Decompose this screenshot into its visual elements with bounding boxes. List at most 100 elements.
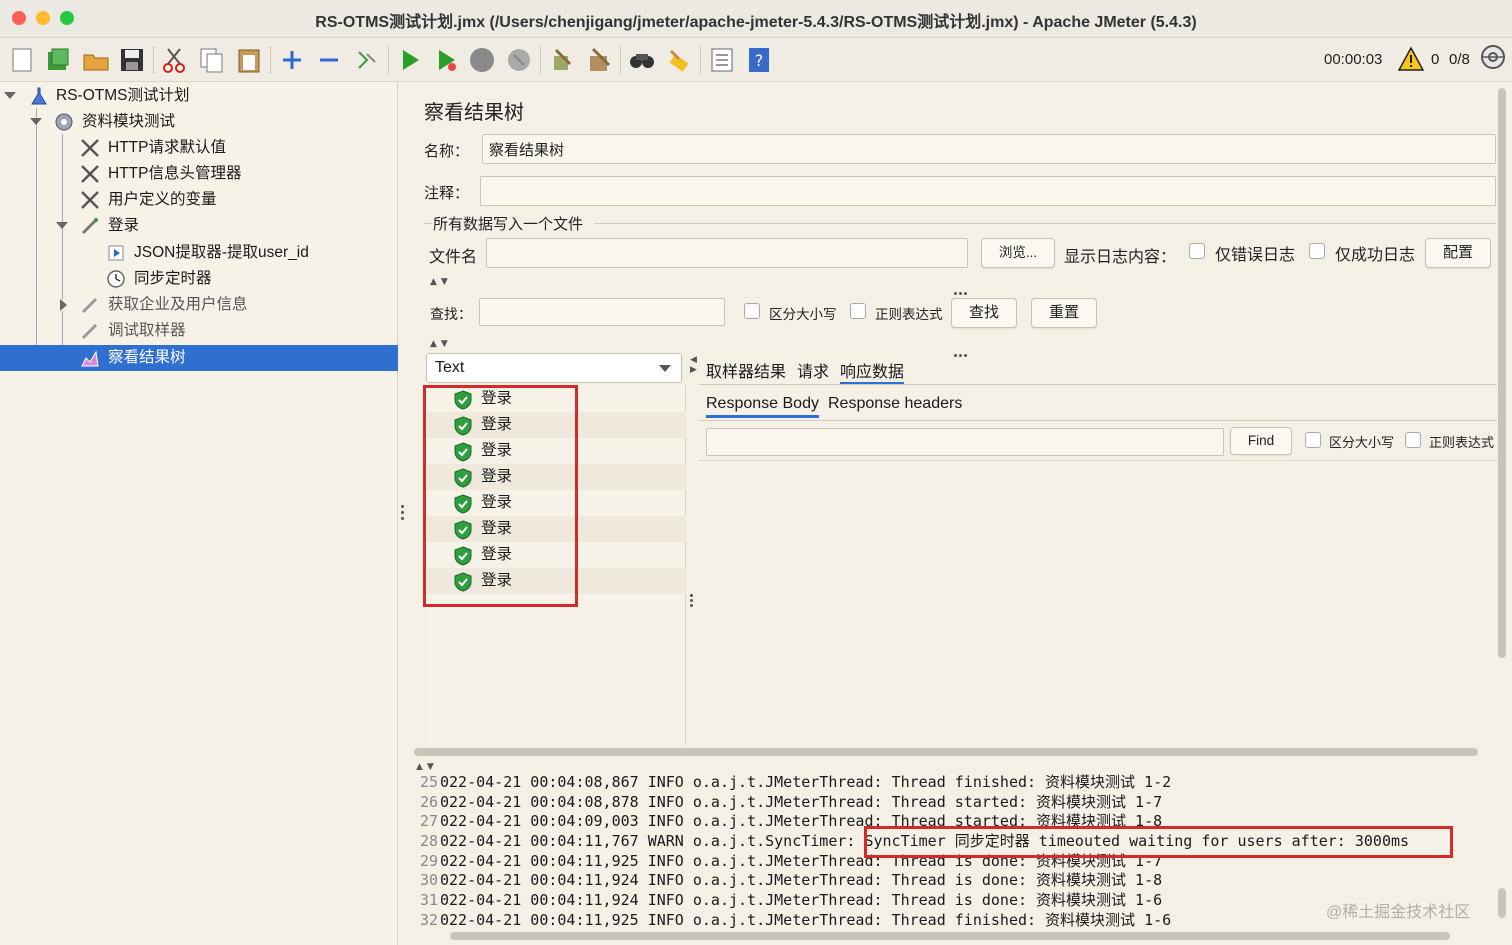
warning-highlight-box xyxy=(864,826,1453,858)
search-field[interactable] xyxy=(479,298,725,326)
expand-icon[interactable] xyxy=(278,46,306,74)
name-field[interactable]: 察看结果树 xyxy=(482,134,1496,164)
success-only-checkbox[interactable] xyxy=(1309,243,1325,259)
comment-label: 注释： xyxy=(424,185,470,202)
stop-icon[interactable] xyxy=(468,46,496,74)
toolbar: ? 00:00:03 0 0/8 xyxy=(0,38,1512,82)
name-label: 名称： xyxy=(424,143,470,160)
tree-item-get-company-info[interactable]: 获取企业及用户信息 xyxy=(0,292,398,318)
case-sensitive-checkbox[interactable] xyxy=(744,303,760,319)
tree-item-user-variables[interactable]: 用户定义的变量 xyxy=(0,187,398,213)
cut-icon[interactable] xyxy=(160,46,188,74)
elapsed-time: 00:00:03 xyxy=(1324,51,1383,68)
tree-item-view-results-tree[interactable]: 察看结果树 xyxy=(0,345,398,371)
configure-button[interactable]: 配置 xyxy=(1425,238,1491,268)
timer-icon xyxy=(107,270,125,288)
sampler-pen-icon xyxy=(81,297,98,314)
success-only-label: 仅成功日志 xyxy=(1335,247,1416,264)
warning-icon[interactable] xyxy=(1397,46,1425,72)
test-plan-tree: RS-OTMS测试计划 资料模块测试 HTTP请求默认值 HTTP信息头管理器 … xyxy=(0,82,398,945)
filename-label: 文件名 xyxy=(429,249,478,266)
errors-only-label: 仅错误日志 xyxy=(1215,247,1296,264)
tree-item-json-extractor[interactable]: JSON提取器-提取user_id xyxy=(0,240,398,266)
find-button[interactable]: Find xyxy=(1230,427,1292,455)
function-helper-icon[interactable] xyxy=(708,46,736,74)
results-splitter-handle[interactable] xyxy=(690,594,694,610)
tree-item-debug-sampler[interactable]: 调试取样器 xyxy=(0,318,398,344)
response-regex-label: 正则表达式 xyxy=(1429,435,1495,450)
copy-icon[interactable] xyxy=(198,46,226,74)
sampler-pen-icon xyxy=(81,323,98,340)
response-case-label: 区分大小写 xyxy=(1329,435,1395,450)
listener-chart-icon xyxy=(81,350,99,367)
response-find-field[interactable] xyxy=(706,428,1224,456)
tab-response-data[interactable]: 响应数据 xyxy=(840,358,905,384)
subtab-response-body[interactable]: Response Body xyxy=(706,395,819,418)
tree-item-sync-timer[interactable]: 同步定时器 xyxy=(0,266,398,292)
tree-item-thread-group[interactable]: 资料模块测试 xyxy=(0,109,398,135)
config-wrench-icon xyxy=(81,165,99,183)
shutdown-icon[interactable] xyxy=(505,46,533,74)
response-regex-checkbox[interactable] xyxy=(1405,432,1421,448)
templates-icon[interactable] xyxy=(44,46,72,74)
remote-globe-icon[interactable] xyxy=(1480,44,1506,70)
panel-vertical-scrollbar[interactable] xyxy=(1498,88,1506,658)
warning-count: 0 xyxy=(1431,51,1440,68)
collapse-icon[interactable] xyxy=(315,46,343,74)
splitter-handle-2[interactable] xyxy=(954,342,970,357)
log-line: 25 022-04-21 00:04:08,867 INFO o.a.j.t.JM… xyxy=(419,773,1172,791)
start-icon[interactable] xyxy=(396,46,424,74)
case-sensitive-label: 区分大小写 xyxy=(769,307,837,322)
search-button[interactable]: 查找 xyxy=(951,298,1017,328)
subtab-response-headers[interactable]: Response headers xyxy=(828,395,962,413)
comment-field[interactable] xyxy=(480,176,1496,206)
reset-search-icon[interactable] xyxy=(665,46,693,74)
collapse-arrows-1[interactable]: ▲▼ xyxy=(430,277,452,287)
regex-checkbox[interactable] xyxy=(850,303,866,319)
reset-button[interactable]: 重置 xyxy=(1031,298,1097,328)
tree-item-test-plan[interactable]: RS-OTMS测试计划 xyxy=(0,83,398,109)
response-case-checkbox[interactable] xyxy=(1305,432,1321,448)
detail-collapse-arrows[interactable]: ◀ ▶ xyxy=(690,355,697,375)
config-wrench-icon xyxy=(81,139,99,157)
thread-group-icon xyxy=(55,113,73,131)
tree-item-login-sampler[interactable]: 登录 xyxy=(0,213,398,239)
open-icon[interactable] xyxy=(82,46,110,74)
log-horizontal-scrollbar[interactable] xyxy=(450,932,1450,940)
collapse-arrows-2[interactable]: ▲▼ xyxy=(430,339,452,349)
save-icon[interactable] xyxy=(118,46,146,74)
log-vertical-scrollbar[interactable] xyxy=(1498,888,1506,918)
tree-item-header-manager[interactable]: HTTP信息头管理器 xyxy=(0,161,398,187)
splitter-handle-1[interactable] xyxy=(954,280,970,295)
errors-only-checkbox[interactable] xyxy=(1189,243,1205,259)
active-threads: 0/8 xyxy=(1449,51,1470,68)
tree-item-http-defaults[interactable]: HTTP请求默认值 xyxy=(0,135,398,161)
search-label: 查找： xyxy=(430,306,472,322)
clear-icon[interactable] xyxy=(548,46,576,74)
renderer-select[interactable]: Text xyxy=(426,353,682,383)
tab-sampler-result[interactable]: 取样器结果 xyxy=(706,358,786,382)
filename-field[interactable] xyxy=(486,238,968,268)
toggle-icon[interactable] xyxy=(353,46,381,74)
browse-button[interactable]: 浏览... xyxy=(981,238,1055,268)
search-icon[interactable] xyxy=(628,46,656,74)
log-line: 26 022-04-21 00:04:08,878 INFO o.a.j.t.JM… xyxy=(419,793,1163,811)
log-line: 32 022-04-21 00:04:11,925 INFO o.a.j.t.JM… xyxy=(419,911,1172,929)
file-group-title: 所有数据写入一个文件 xyxy=(433,216,584,233)
clear-all-icon[interactable] xyxy=(585,46,613,74)
chevron-down-icon xyxy=(659,365,671,372)
jmeter-window: RS-OTMS测试计划.jmx (/Users/chenjigang/jmete… xyxy=(0,0,1512,945)
start-no-pause-icon[interactable] xyxy=(432,46,460,74)
title-bar: RS-OTMS测试计划.jmx (/Users/chenjigang/jmete… xyxy=(0,0,1512,38)
new-icon[interactable] xyxy=(8,46,36,74)
panel-title: 察看结果树 xyxy=(424,102,524,124)
extractor-icon xyxy=(108,245,124,261)
tree-splitter-handle[interactable] xyxy=(401,505,405,523)
help-icon[interactable]: ? xyxy=(745,46,773,74)
results-highlight-box xyxy=(423,385,578,607)
panel-horizontal-scrollbar[interactable] xyxy=(414,748,1478,756)
sampler-pen-icon xyxy=(81,218,98,235)
paste-icon[interactable] xyxy=(235,46,263,74)
splitter-handle-3[interactable] xyxy=(954,765,970,780)
tab-request[interactable]: 请求 xyxy=(797,358,829,382)
